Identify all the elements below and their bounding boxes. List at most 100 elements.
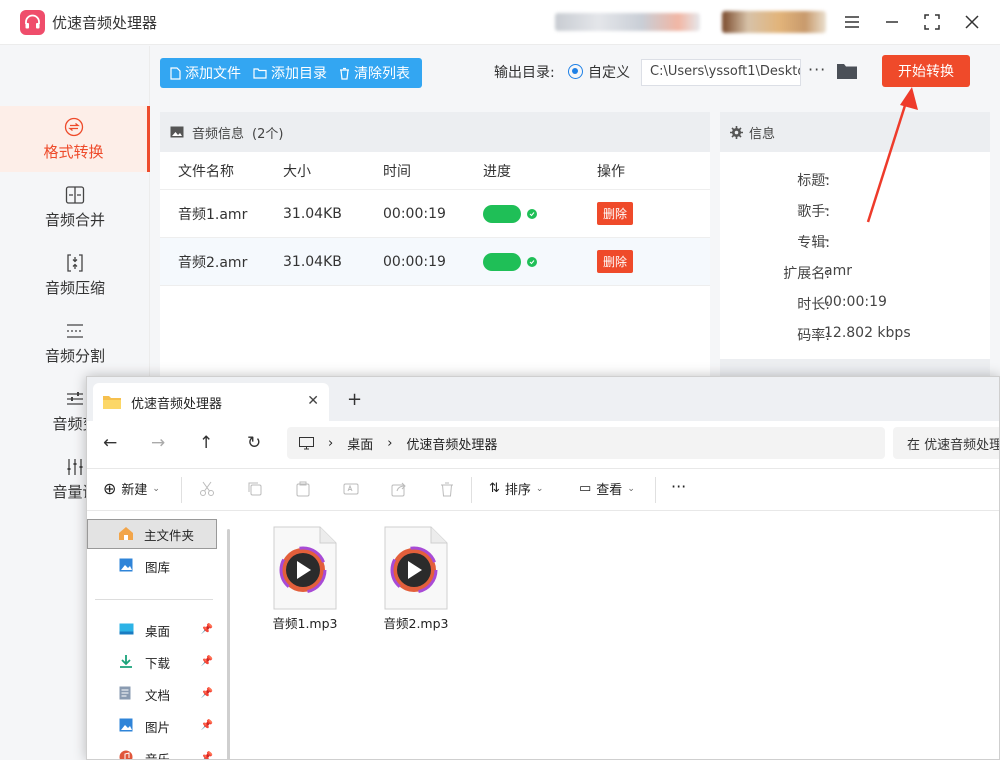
address-field[interactable]: › 桌面 › 优速音频处理器: [287, 427, 885, 459]
nav-item-label: 文档: [145, 687, 171, 703]
close-icon[interactable]: [960, 10, 984, 34]
file-icon: [170, 66, 181, 80]
cut-icon[interactable]: [199, 481, 215, 497]
output-dir-label: 输出目录:: [494, 65, 555, 81]
folder-icon[interactable]: [836, 61, 858, 81]
minimize-icon[interactable]: [880, 10, 904, 34]
info-value: -: [824, 170, 830, 186]
chevron-down-icon: ⌄: [627, 483, 635, 494]
copy-icon[interactable]: [247, 481, 263, 497]
gallery-icon: [119, 558, 139, 575]
file-action-group: 添加文件 添加目录 清除列表: [160, 58, 422, 88]
nav-item-desktop[interactable]: 桌面 📌: [87, 615, 217, 645]
explorer-tab[interactable]: 优速音频处理器 ✕: [93, 383, 329, 421]
explorer-navigation-pane: 主文件夹 图库 桌面 📌 下载 📌 文档 📌 图片 📌 音乐 📌: [87, 511, 233, 759]
custom-dir-radio-label[interactable]: 自定义: [588, 62, 630, 82]
pin-icon[interactable]: 📌: [201, 752, 213, 759]
info-key: 扩展名:: [783, 266, 830, 282]
audio-list-header: 音频信息 (2个): [160, 112, 710, 152]
progress-bar: [483, 252, 521, 271]
sidebar-item-format-convert[interactable]: 格式转换: [0, 106, 150, 172]
nav-item-documents[interactable]: 文档 📌: [87, 679, 217, 709]
annotation-arrow: [866, 87, 918, 223]
info-value: 00:00:19: [824, 294, 887, 310]
check-icon: [527, 256, 537, 267]
new-tab-icon[interactable]: +: [347, 389, 362, 410]
file-item[interactable]: 音频1.mp3: [255, 525, 355, 632]
audio-list-title: 音频信息: [192, 126, 245, 142]
search-input[interactable]: 在 优速音频处理: [893, 427, 999, 459]
rename-icon[interactable]: [343, 481, 359, 497]
delete-button[interactable]: 删除: [597, 202, 634, 225]
nav-item-music[interactable]: 音乐 📌: [87, 743, 217, 759]
sidebar-item-merge[interactable]: 音频合并: [0, 174, 150, 240]
file-time-cell: 00:00:19: [383, 253, 446, 270]
refresh-icon[interactable]: ↻: [247, 433, 261, 453]
info-title: 信息: [749, 126, 776, 142]
file-item[interactable]: 音频2.mp3: [366, 525, 466, 632]
nav-item-home[interactable]: 主文件夹: [87, 519, 217, 549]
forward-icon[interactable]: →: [151, 433, 165, 453]
clear-list-button[interactable]: 清除列表: [333, 58, 416, 88]
clear-list-label: 清除列表: [354, 66, 410, 82]
info-field: 扩展名: amr: [720, 263, 990, 283]
sidebar-item-label: 音频分割: [44, 346, 105, 365]
back-icon[interactable]: ←: [103, 433, 117, 453]
sort-button[interactable]: ⇅ 排序 ⌄: [489, 479, 543, 498]
sidebar-item-split[interactable]: 音频分割: [0, 310, 150, 376]
pin-icon[interactable]: 📌: [201, 656, 213, 667]
nav-scrollbar[interactable]: [227, 529, 230, 759]
column-header: 进度: [483, 163, 511, 180]
table-header: 文件名称 大小 时间 进度 操作: [160, 152, 710, 190]
pin-icon[interactable]: 📌: [201, 624, 213, 635]
delete-button[interactable]: 删除: [597, 250, 634, 273]
info-value: -: [824, 232, 830, 248]
sort-label: 排序: [504, 483, 531, 498]
output-path-field[interactable]: C:\Users\yssoft1\Desktop: [641, 59, 801, 86]
tab-close-icon[interactable]: ✕: [307, 393, 319, 409]
sidebar-item-compress[interactable]: 音频压缩: [0, 242, 150, 308]
gear-icon: [730, 125, 743, 139]
action-cell: 删除: [597, 202, 677, 225]
more-options-button[interactable]: ···: [808, 60, 826, 79]
paste-icon[interactable]: [295, 481, 311, 497]
add-file-button[interactable]: 添加文件: [160, 58, 247, 88]
nav-item-downloads[interactable]: 下载 📌: [87, 647, 217, 677]
progress-cell: [483, 204, 597, 223]
nav-item-pictures[interactable]: 图片 📌: [87, 711, 217, 741]
pin-icon[interactable]: 📌: [201, 688, 213, 699]
delete-icon[interactable]: [439, 481, 455, 497]
table-row[interactable]: 音频1.amr 31.04KB 00:00:19 删除: [160, 190, 710, 238]
menu-icon[interactable]: [840, 10, 864, 34]
up-icon[interactable]: ↑: [199, 433, 213, 453]
breadcrumb-item[interactable]: 优速音频处理器: [406, 434, 497, 453]
more-actions-icon[interactable]: ···: [671, 477, 686, 496]
table-row[interactable]: 音频2.amr 31.04KB 00:00:19 删除: [160, 238, 710, 286]
split-icon: [65, 321, 85, 341]
divider: [655, 477, 656, 503]
document-icon: [119, 686, 139, 703]
chevron-right-icon: ›: [387, 435, 393, 451]
sidebar-item-label: 音频压缩: [44, 278, 105, 297]
chevron-right-icon: ›: [328, 435, 334, 451]
divider: [471, 477, 472, 503]
start-convert-button[interactable]: 开始转换: [882, 55, 970, 87]
explorer-command-bar: ⊕ 新建 ⌄ ⇅ 排序 ⌄ ▭ 查看 ⌄ ···: [87, 469, 999, 511]
breadcrumb-item[interactable]: 桌面: [347, 434, 373, 453]
swap-icon: [64, 117, 84, 137]
desktop-icon: [119, 623, 139, 638]
custom-dir-radio[interactable]: [568, 64, 583, 79]
add-dir-button[interactable]: 添加目录: [247, 58, 333, 88]
volume-icon: [65, 457, 85, 477]
progress-bar: [483, 204, 521, 223]
blurred-user-avatar[interactable]: [722, 11, 826, 33]
pin-icon[interactable]: 📌: [201, 720, 213, 731]
maximize-icon[interactable]: [920, 10, 944, 34]
folder-icon: [103, 396, 121, 409]
divider: [95, 599, 213, 600]
new-button[interactable]: ⊕ 新建 ⌄: [103, 479, 160, 498]
share-icon[interactable]: [391, 481, 407, 497]
info-value: amr: [824, 263, 852, 279]
view-button[interactable]: ▭ 查看 ⌄: [579, 479, 635, 498]
nav-item-gallery[interactable]: 图库: [87, 551, 217, 581]
